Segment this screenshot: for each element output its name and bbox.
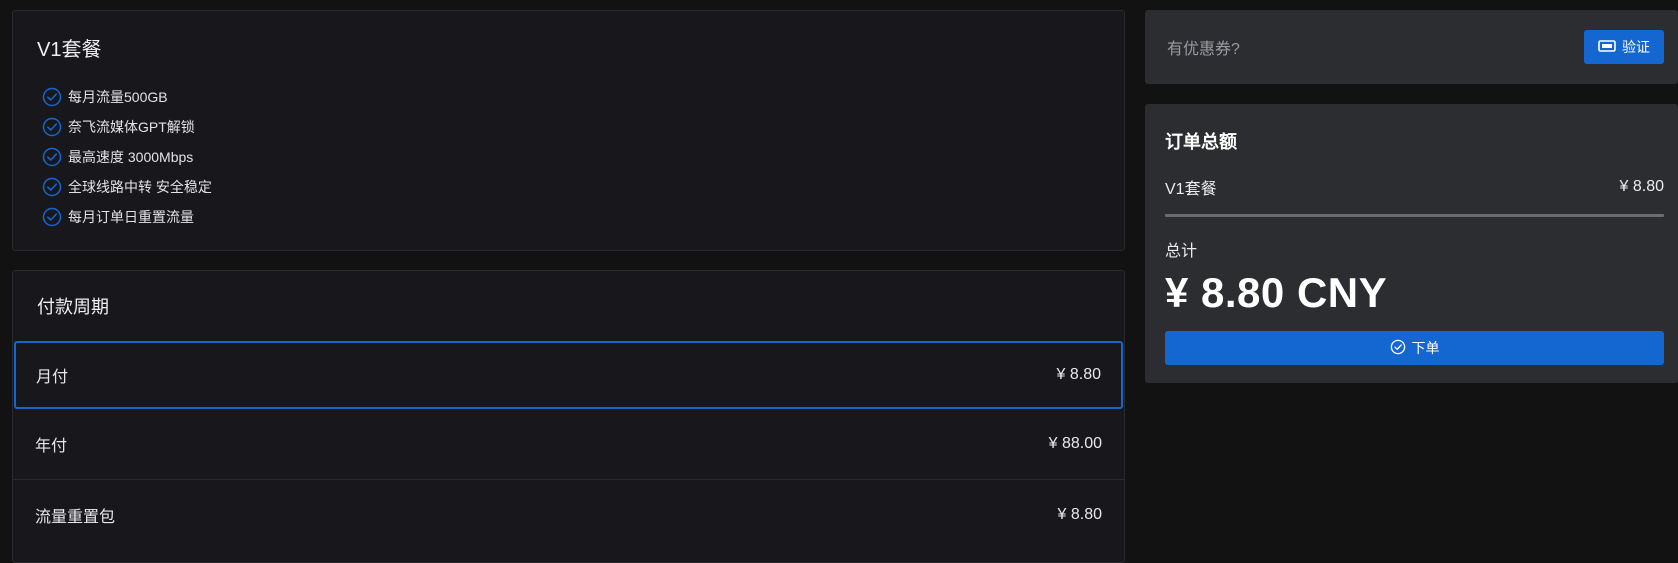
- right-column: 有优惠券? 验证 订单总额 V1套餐 ¥ 8.80 总计 ¥ 8.80 CNY …: [1145, 10, 1678, 383]
- period-option-label: 流量重置包: [35, 508, 116, 526]
- ticket-icon: [1598, 39, 1616, 56]
- coupon-input[interactable]: 有优惠券?: [1167, 35, 1240, 59]
- period-option-price: ¥ 8.80: [1056, 366, 1101, 383]
- coupon-card: 有优惠券? 验证: [1145, 10, 1678, 84]
- plan-card: V1套餐 每月流量500GB 奈飞流媒体GPT解锁 最高速度 3000Mbps: [12, 10, 1125, 251]
- period-option-label: 年付: [35, 438, 68, 455]
- total-label: 总计: [1165, 243, 1198, 260]
- feature-list: 每月流量500GB 奈飞流媒体GPT解锁 最高速度 3000Mbps 全球线路中…: [37, 82, 1100, 232]
- order-summary-card: 订单总额 V1套餐 ¥ 8.80 总计 ¥ 8.80 CNY 下单: [1145, 104, 1678, 383]
- period-option-price: ¥ 8.80: [1057, 505, 1102, 523]
- check-circle-icon: [42, 147, 62, 167]
- verify-button-label: 验证: [1622, 39, 1650, 55]
- period-option-traffic-reset[interactable]: 流量重置包 ¥ 8.80: [13, 479, 1124, 549]
- check-circle-icon: [42, 177, 62, 197]
- payment-period-card: 付款周期 月付 ¥ 8.80 年付 ¥ 88.00 流量重置包 ¥ 8.80: [12, 270, 1125, 563]
- feature-text: 全球线路中转 安全稳定: [68, 179, 212, 195]
- period-option-label: 月付: [36, 369, 69, 386]
- feature-item: 全球线路中转 安全稳定: [37, 172, 1100, 202]
- check-circle-icon: [1390, 339, 1406, 358]
- place-order-label: 下单: [1411, 340, 1440, 356]
- period-option-yearly[interactable]: 年付 ¥ 88.00: [13, 409, 1124, 479]
- summary-line-item: V1套餐 ¥ 8.80: [1165, 176, 1664, 198]
- feature-item: 每月流量500GB: [37, 82, 1100, 112]
- divider: [1165, 214, 1664, 217]
- check-circle-icon: [42, 207, 62, 227]
- period-option-monthly[interactable]: 月付 ¥ 8.80: [14, 341, 1123, 409]
- period-option-price: ¥ 88.00: [1048, 435, 1102, 452]
- summary-item-name: V1套餐: [1165, 181, 1217, 198]
- period-title: 付款周期: [37, 297, 109, 317]
- feature-text: 每月流量500GB: [68, 89, 168, 105]
- summary-item-price: ¥ 8.80: [1619, 178, 1664, 195]
- feature-text: 每月订单日重置流量: [68, 209, 194, 225]
- feature-item: 奈飞流媒体GPT解锁: [37, 112, 1100, 142]
- total-amount: ¥ 8.80 CNY: [1165, 269, 1388, 316]
- check-circle-icon: [42, 87, 62, 107]
- feature-text: 奈飞流媒体GPT解锁: [68, 119, 195, 135]
- feature-item: 最高速度 3000Mbps: [37, 142, 1100, 172]
- verify-button[interactable]: 验证: [1584, 30, 1664, 64]
- summary-title: 订单总额: [1165, 132, 1237, 152]
- left-column: V1套餐 每月流量500GB 奈飞流媒体GPT解锁 最高速度 3000Mbps: [12, 10, 1125, 563]
- place-order-button[interactable]: 下单: [1165, 331, 1664, 365]
- plan-title: V1套餐: [37, 39, 102, 61]
- feature-text: 最高速度 3000Mbps: [68, 149, 194, 165]
- check-circle-icon: [42, 117, 62, 137]
- feature-item: 每月订单日重置流量: [37, 202, 1100, 232]
